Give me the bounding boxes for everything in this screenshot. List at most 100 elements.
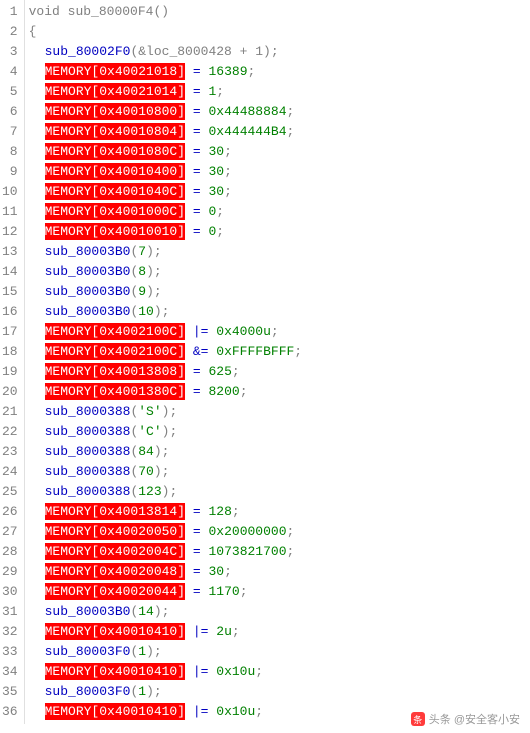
code-line[interactable]: sub_80003F0(1);	[29, 642, 530, 662]
code-line[interactable]: MEMORY[0x40010400] = 30;	[29, 162, 530, 182]
arg-number: 8	[138, 264, 146, 279]
code-line[interactable]: sub_80003B0(8);	[29, 262, 530, 282]
line-number: 27	[2, 522, 20, 542]
value-literal: 0x44488884	[208, 104, 286, 119]
memory-access: MEMORY[0x40010400]	[45, 163, 185, 180]
line-number: 8	[2, 142, 20, 162]
brace: {	[29, 24, 37, 39]
code-line[interactable]: sub_8000388(70);	[29, 462, 530, 482]
value-literal: 16389	[208, 64, 247, 79]
code-line[interactable]: MEMORY[0x4001000C] = 0;	[29, 202, 530, 222]
code-line[interactable]: sub_8000388(123);	[29, 482, 530, 502]
line-number: 26	[2, 502, 20, 522]
memory-access: MEMORY[0x40020050]	[45, 523, 185, 540]
code-line[interactable]: sub_8000388('S');	[29, 402, 530, 422]
operator: =	[193, 524, 201, 539]
operator: =	[193, 184, 201, 199]
code-line[interactable]: MEMORY[0x40010410] |= 2u;	[29, 622, 530, 642]
code-line[interactable]: MEMORY[0x40010010] = 0;	[29, 222, 530, 242]
code-line[interactable]: MEMORY[0x40021018] = 16389;	[29, 62, 530, 82]
line-number: 34	[2, 662, 20, 682]
arg-number: 9	[138, 284, 146, 299]
line-number: 6	[2, 102, 20, 122]
line-number: 36	[2, 702, 20, 722]
code-line[interactable]: void sub_80000F4()	[29, 2, 530, 22]
function-call: sub_8000388	[45, 464, 131, 479]
code-line[interactable]: MEMORY[0x40010800] = 0x44488884;	[29, 102, 530, 122]
code-line[interactable]: sub_80003B0(10);	[29, 302, 530, 322]
code-line[interactable]: sub_8000388(84);	[29, 442, 530, 462]
memory-access: MEMORY[0x4001380C]	[45, 383, 185, 400]
line-number: 20	[2, 382, 20, 402]
code-line[interactable]: sub_80003B0(7);	[29, 242, 530, 262]
code-line[interactable]: MEMORY[0x4001380C] = 8200;	[29, 382, 530, 402]
function-call: sub_80003B0	[45, 304, 131, 319]
line-number: 22	[2, 422, 20, 442]
value-literal: 0x10u	[216, 704, 255, 719]
code-line[interactable]: sub_80002F0(&loc_8000428 + 1);	[29, 42, 530, 62]
value-literal: 8200	[208, 384, 239, 399]
memory-access: MEMORY[0x40013814]	[45, 503, 185, 520]
line-number: 21	[2, 402, 20, 422]
memory-access: MEMORY[0x40010410]	[45, 663, 185, 680]
decompiler-view[interactable]: 1234567891011121314151617181920212223242…	[0, 0, 530, 724]
memory-access: MEMORY[0x40013808]	[45, 363, 185, 380]
arg-char: 'C'	[138, 424, 161, 439]
code-line[interactable]: MEMORY[0x40020048] = 30;	[29, 562, 530, 582]
value-literal: 30	[208, 144, 224, 159]
code-line[interactable]: MEMORY[0x4001040C] = 30;	[29, 182, 530, 202]
code-body[interactable]: void sub_80000F4() { sub_80002F0(&loc_8000…	[25, 0, 530, 724]
code-line[interactable]: MEMORY[0x4002004C] = 1073821700;	[29, 542, 530, 562]
code-line[interactable]: sub_80003B0(9);	[29, 282, 530, 302]
code-line[interactable]: MEMORY[0x40013808] = 625;	[29, 362, 530, 382]
code-line[interactable]: MEMORY[0x40010410] |= 0x10u;	[29, 662, 530, 682]
arg-number: 10	[138, 304, 154, 319]
memory-access: MEMORY[0x40010010]	[45, 223, 185, 240]
line-number: 24	[2, 462, 20, 482]
code-line[interactable]: sub_80003B0(14);	[29, 602, 530, 622]
line-number: 29	[2, 562, 20, 582]
arg-number: 84	[138, 444, 154, 459]
operator: |=	[193, 324, 209, 339]
operator: =	[193, 164, 201, 179]
line-number: 28	[2, 542, 20, 562]
arg-number: 1	[138, 644, 146, 659]
watermark-logo-icon: 条	[411, 712, 425, 726]
memory-access: MEMORY[0x4001000C]	[45, 203, 185, 220]
code-line[interactable]: MEMORY[0x40013814] = 128;	[29, 502, 530, 522]
code-line[interactable]: MEMORY[0x4001080C] = 30;	[29, 142, 530, 162]
line-number: 9	[2, 162, 20, 182]
code-line[interactable]: MEMORY[0x40020050] = 0x20000000;	[29, 522, 530, 542]
memory-access: MEMORY[0x4001040C]	[45, 183, 185, 200]
watermark: 条 头条 @安全客小安	[411, 711, 520, 727]
keyword: void	[29, 4, 60, 19]
operator: |=	[193, 624, 209, 639]
line-number: 1	[2, 2, 20, 22]
code-line[interactable]: MEMORY[0x4002100C] |= 0x4000u;	[29, 322, 530, 342]
code-line[interactable]: sub_8000388('C');	[29, 422, 530, 442]
line-number: 10	[2, 182, 20, 202]
code-line[interactable]: sub_80003F0(1);	[29, 682, 530, 702]
line-number: 11	[2, 202, 20, 222]
operator: =	[193, 544, 201, 559]
function-call: sub_80003F0	[45, 644, 131, 659]
line-number: 32	[2, 622, 20, 642]
line-number: 35	[2, 682, 20, 702]
code-line[interactable]: MEMORY[0x40021014] = 1;	[29, 82, 530, 102]
memory-access: MEMORY[0x40010804]	[45, 123, 185, 140]
value-literal: 128	[208, 504, 231, 519]
memory-access: MEMORY[0x40020048]	[45, 563, 185, 580]
line-number: 12	[2, 222, 20, 242]
function-call: sub_8000388	[45, 444, 131, 459]
code-line[interactable]: MEMORY[0x40010804] = 0x444444B4;	[29, 122, 530, 142]
value-literal: 30	[208, 564, 224, 579]
code-line[interactable]: MEMORY[0x4002100C] &= 0xFFFFBFFF;	[29, 342, 530, 362]
code-line[interactable]: MEMORY[0x40020044] = 1170;	[29, 582, 530, 602]
memory-access: MEMORY[0x40021018]	[45, 63, 185, 80]
code-line[interactable]: {	[29, 22, 530, 42]
function-call: sub_8000388	[45, 424, 131, 439]
function-call: sub_80003B0	[45, 244, 131, 259]
function-name: sub_80000F4	[68, 4, 154, 19]
line-number: 23	[2, 442, 20, 462]
value-literal: 0x444444B4	[208, 124, 286, 139]
